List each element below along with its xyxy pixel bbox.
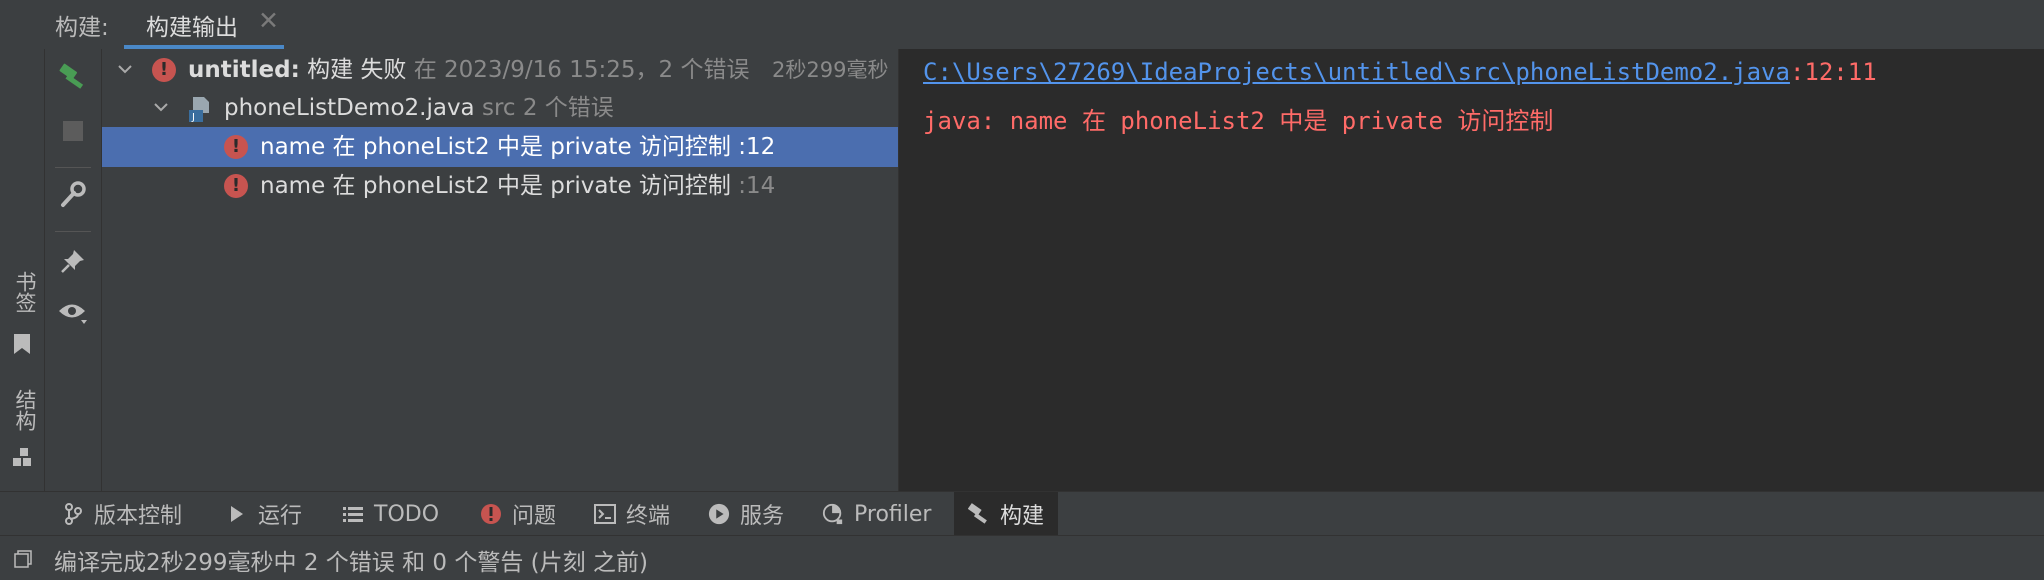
tree-file-node[interactable]: J phoneListDemo2.java src 2 个错误 (102, 89, 898, 127)
close-icon[interactable]: ✕ (258, 6, 279, 35)
rebuild-button[interactable] (53, 59, 93, 99)
root-text: untitled: 构建 失败 在 2023/9/16 15:25，2 个错误 (188, 51, 749, 89)
tab-services[interactable]: 服务 (708, 492, 784, 536)
error-message: name 在 phoneList2 中是 private 访问控制 (260, 173, 731, 199)
console-location: :12:11 (1789, 58, 1877, 86)
list-icon (342, 503, 364, 525)
run-icon (226, 503, 248, 525)
terminal-icon (594, 503, 616, 525)
console-file-link[interactable]: C:\Users\27269\IdeaProjects\untitled\src… (923, 58, 1790, 86)
bookmarks-stripe-button[interactable]: 书签 (10, 271, 40, 313)
tab-label: TODO (374, 501, 440, 527)
error-icon: ! (224, 135, 248, 159)
wrench-icon (59, 181, 87, 213)
tab-version-control[interactable]: 版本控制 (62, 492, 182, 536)
build-tree: ! untitled: 构建 失败 在 2023/9/16 15:25，2 个错… (102, 49, 899, 491)
tab-label: 版本控制 (94, 504, 183, 529)
tab-label: 终端 (626, 504, 671, 529)
svg-text:J: J (191, 112, 195, 122)
stop-icon (63, 121, 83, 145)
build-console: C:\Users\27269\IdeaProjects\untitled\src… (899, 49, 2044, 491)
tab-build-output[interactable]: 构建输出 ✕ (124, 0, 284, 49)
tab-todo[interactable]: TODO (342, 492, 439, 536)
build-toolbar (45, 49, 102, 491)
file-name: phoneListDemo2.java (224, 95, 475, 121)
tab-build-output-label: 构建输出 (146, 15, 238, 41)
tab-build[interactable]: 构建 (954, 492, 1059, 536)
error-line: :14 (738, 173, 776, 199)
error-text: name 在 phoneList2 中是 private 访问控制 :14 (260, 167, 775, 205)
tab-label: Profiler (854, 501, 932, 527)
error-message: name 在 phoneList2 中是 private 访问控制 (260, 134, 731, 160)
tab-label: 构建 (1000, 504, 1045, 529)
problem-icon (480, 503, 502, 525)
build-detail: 在 2023/9/16 15:25，2 个错误 (413, 57, 750, 83)
status-bar: 编译完成2秒299毫秒中 2 个错误 和 0 个警告 (片刻 之前) (0, 535, 2044, 580)
settings-button[interactable] (53, 177, 93, 217)
left-tool-stripe: 书签 结构 (0, 49, 45, 491)
chevron-down-icon[interactable] (116, 51, 136, 89)
tab-profiler[interactable]: Profiler (822, 492, 931, 536)
tab-label: 服务 (740, 504, 785, 529)
tab-label: 运行 (258, 504, 303, 529)
structure-stripe-button[interactable]: 结构 (10, 389, 40, 431)
java-file-icon: J (188, 96, 212, 123)
pin-icon (60, 248, 86, 278)
tab-run[interactable]: 运行 (226, 492, 302, 536)
tab-terminal[interactable]: 终端 (594, 492, 670, 536)
build-status: 构建 失败 (307, 57, 407, 83)
tree-root-node[interactable]: ! untitled: 构建 失败 在 2023/9/16 15:25，2 个错… (102, 51, 898, 89)
error-line: :12 (738, 134, 776, 160)
tree-error-item[interactable]: ! name 在 phoneList2 中是 private 访问控制 :14 (102, 167, 898, 205)
pin-button[interactable] (53, 243, 93, 283)
tool-window-title: 构建: (55, 15, 109, 41)
toolbar-separator (55, 231, 91, 232)
build-duration: 2秒299毫秒 (772, 58, 889, 82)
bookmark-icon (13, 333, 31, 355)
stop-button[interactable] (53, 113, 93, 153)
error-icon: ! (224, 174, 248, 198)
hammer-icon (58, 62, 88, 96)
structure-icon (12, 447, 32, 467)
console-error-message: java: name 在 phoneList2 中是 private 访问控制 (923, 107, 1554, 135)
error-icon: ! (152, 58, 176, 82)
branch-icon (62, 503, 84, 525)
status-message[interactable]: 编译完成2秒299毫秒中 2 个错误 和 0 个警告 (片刻 之前) (54, 543, 648, 577)
file-detail: src 2 个错误 (481, 95, 614, 121)
bottom-tool-bar: 版本控制 运行 TODO 问题 终端 服务 Profiler 构建 (0, 491, 2044, 536)
build-tool-window-header: 构建: 构建输出 ✕ (0, 0, 2044, 50)
file-text: phoneListDemo2.java src 2 个错误 (224, 89, 614, 127)
profiler-icon (822, 503, 844, 525)
error-text: name 在 phoneList2 中是 private 访问控制 :12 (260, 127, 775, 167)
tree-error-item[interactable]: ! name 在 phoneList2 中是 private 访问控制 :12 (102, 127, 898, 167)
eye-icon (57, 300, 89, 330)
services-icon (708, 503, 730, 525)
view-options-button[interactable] (53, 295, 93, 335)
hammer-icon (968, 503, 990, 525)
toolbar-separator (55, 167, 91, 168)
tab-problems[interactable]: 问题 (480, 492, 556, 536)
tab-label: 问题 (512, 504, 557, 529)
window-icon[interactable] (14, 548, 32, 568)
console-location-line: C:\Users\27269\IdeaProjects\untitled\src… (923, 58, 1877, 86)
chevron-down-icon[interactable] (152, 89, 172, 127)
project-name: untitled: (188, 57, 300, 83)
